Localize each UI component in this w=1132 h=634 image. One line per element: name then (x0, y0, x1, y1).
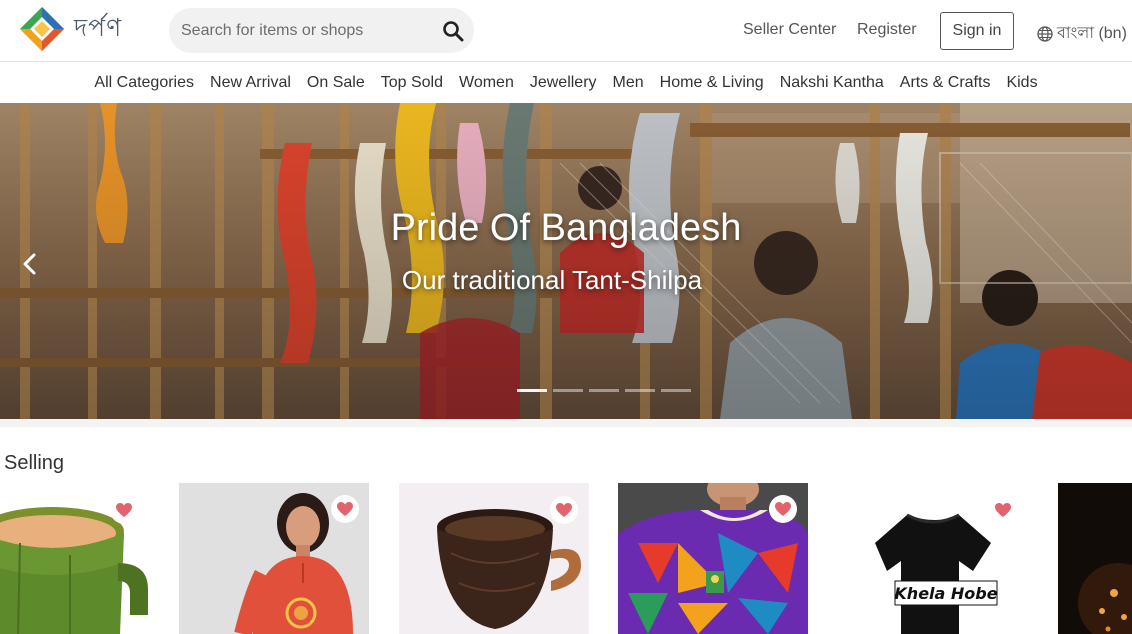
search-input[interactable] (169, 8, 419, 53)
wishlist-button[interactable] (769, 495, 797, 523)
category-nakshi-kantha[interactable]: Nakshi Kantha (780, 74, 884, 92)
sign-in-button[interactable]: Sign in (940, 12, 1014, 50)
search-button[interactable] (440, 18, 466, 44)
product-card[interactable] (399, 483, 589, 634)
carousel-prev-button[interactable] (18, 249, 42, 279)
carousel-indicators (517, 389, 691, 392)
hero-background-image (0, 103, 1132, 419)
category-on-sale[interactable]: On Sale (307, 74, 365, 92)
carousel-dot[interactable] (553, 389, 583, 392)
globe-icon (1037, 25, 1053, 42)
category-kids[interactable]: Kids (1006, 74, 1037, 92)
wishlist-button[interactable] (989, 496, 1017, 524)
selling-section-title: Selling (4, 452, 65, 474)
chevron-left-icon (23, 253, 36, 275)
category-home-living[interactable]: Home & Living (660, 74, 764, 92)
brand-logo[interactable]: দর্পণ (18, 5, 122, 53)
top-header: দর্পণ Seller Center Register Sign in বাং… (0, 0, 1132, 62)
category-men[interactable]: Men (613, 74, 644, 92)
hero-carousel[interactable]: Pride Of Bangladesh Our traditional Tant… (0, 103, 1132, 419)
wishlist-button[interactable] (331, 495, 359, 523)
search-icon (443, 21, 464, 42)
carousel-dot[interactable] (625, 389, 655, 392)
register-link[interactable]: Register (857, 21, 917, 39)
seller-center-link[interactable]: Seller Center (743, 21, 836, 39)
product-card[interactable] (0, 483, 148, 634)
carousel-dot[interactable] (517, 389, 547, 392)
search-bar (169, 8, 474, 53)
category-jewellery[interactable]: Jewellery (530, 74, 597, 92)
heart-icon (556, 503, 572, 517)
category-top-sold[interactable]: Top Sold (381, 74, 443, 92)
category-new-arrival[interactable]: New Arrival (210, 74, 291, 92)
heart-icon (337, 502, 353, 516)
product-card[interactable] (618, 483, 808, 634)
category-women[interactable]: Women (459, 74, 514, 92)
category-nav: All Categories New Arrival On Sale Top S… (0, 63, 1132, 103)
wishlist-button[interactable] (550, 496, 578, 524)
carousel-dot[interactable] (661, 389, 691, 392)
language-selector[interactable]: বাংলা (bn) (1037, 20, 1127, 47)
product-card[interactable]: Khela Hobe (837, 483, 1027, 634)
category-arts-crafts[interactable]: Arts & Crafts (900, 74, 991, 92)
product-card[interactable] (179, 483, 369, 634)
logo-mark-icon (20, 7, 64, 51)
heart-icon (995, 503, 1011, 517)
wishlist-button[interactable] (110, 496, 138, 524)
carousel-dot[interactable] (589, 389, 619, 392)
tshirt-print-text: Khela Hobe (894, 584, 997, 603)
heart-icon (775, 502, 791, 516)
category-all[interactable]: All Categories (94, 74, 194, 92)
hero-title: Pride Of Bangladesh (390, 207, 742, 249)
section-divider (0, 419, 1132, 427)
language-label: বাংলা (bn) (1057, 25, 1127, 42)
product-image (1058, 483, 1132, 634)
brand-name: দর্পণ (74, 12, 123, 42)
hero-subtitle: Our traditional Tant-Shilpa (401, 265, 703, 295)
product-card[interactable] (1058, 483, 1132, 634)
heart-icon (116, 503, 132, 517)
